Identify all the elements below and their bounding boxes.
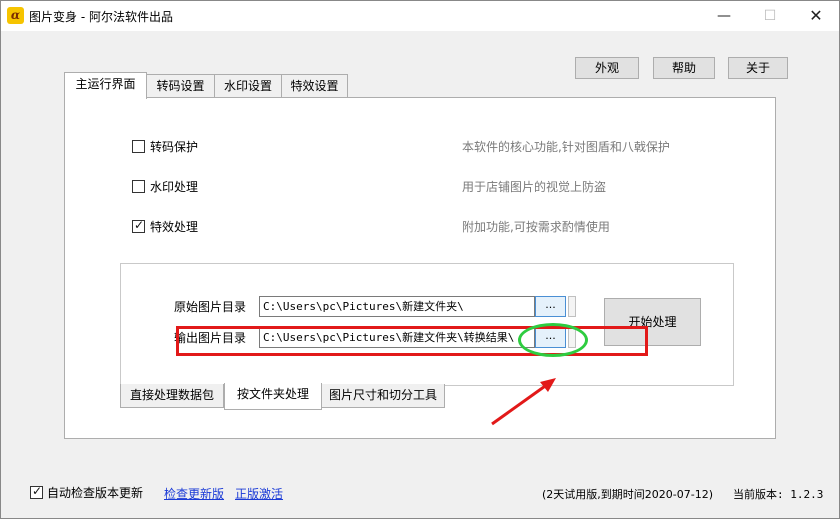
option-description: 附加功能,可按需求酌情使用: [462, 220, 610, 234]
folder-process-panel: 原始图片目录 C:\Users\pc\Pictures\新建文件夹\ ... 输…: [120, 263, 734, 386]
checkmark-icon: ✓: [32, 484, 43, 498]
output-folder-label: 输出图片目录: [174, 331, 247, 345]
auto-check-label: 自动检查版本更新: [47, 486, 144, 500]
maximize-button[interactable]: ☐: [747, 1, 793, 31]
checkmark-icon: ✓: [134, 218, 145, 232]
tab-effect-settings[interactable]: 特效设置: [281, 74, 348, 98]
option-label: 转码保护: [150, 140, 199, 154]
appearance-button[interactable]: 外观: [575, 57, 639, 79]
tab-image-size-tools[interactable]: 图片尺寸和切分工具: [321, 384, 445, 408]
transcode-protect-checkbox[interactable]: [132, 140, 145, 153]
tab-transcode-settings[interactable]: 转码设置: [146, 74, 215, 98]
option-label: 水印处理: [150, 180, 199, 194]
tab-main[interactable]: 主运行界面: [64, 72, 147, 99]
effects-checkbox[interactable]: ✓: [132, 218, 145, 233]
activate-link[interactable]: 正版激活: [235, 485, 283, 502]
source-folder-label: 原始图片目录: [174, 300, 247, 314]
help-button[interactable]: 帮助: [653, 57, 715, 79]
option-label: 特效处理: [150, 220, 199, 234]
window-title: 图片变身 - 阿尔法软件出品: [29, 10, 173, 24]
source-field-end: [568, 296, 576, 317]
output-browse-button[interactable]: ...: [535, 327, 566, 348]
option-description: 本软件的核心功能,针对图盾和八戟保护: [462, 140, 670, 154]
tab-direct-package[interactable]: 直接处理数据包: [120, 384, 224, 408]
close-button[interactable]: ✕: [793, 1, 839, 31]
version-number: 1.2.3: [790, 488, 824, 501]
app-logo-icon: α: [7, 7, 24, 24]
about-button[interactable]: 关于: [728, 57, 788, 79]
version-info: 当前版本: 1.2.3: [733, 486, 823, 502]
output-field-end: [568, 327, 576, 348]
app-window: α 图片变身 - 阿尔法软件出品 — ☐ ✕ 外观 帮助 关于 主运行界面 转码…: [0, 0, 840, 519]
trial-status: (2天试用版,到期时间2020-07-12): [542, 488, 714, 501]
version-label: 当前版本:: [733, 488, 791, 501]
tab-by-folder[interactable]: 按文件夹处理: [224, 383, 322, 410]
source-folder-input[interactable]: C:\Users\pc\Pictures\新建文件夹\: [259, 296, 535, 317]
output-folder-input[interactable]: C:\Users\pc\Pictures\新建文件夹\转换结果\: [259, 327, 535, 348]
tab-watermark-settings[interactable]: 水印设置: [214, 74, 282, 98]
auto-check-checkbox[interactable]: ✓: [30, 484, 43, 499]
start-process-button[interactable]: 开始处理: [604, 298, 701, 346]
title-bar: α 图片变身 - 阿尔法软件出品 — ☐ ✕: [1, 1, 839, 31]
minimize-button[interactable]: —: [701, 1, 747, 31]
check-update-link[interactable]: 检查更新版: [164, 485, 224, 502]
source-browse-button[interactable]: ...: [535, 296, 566, 317]
watermark-checkbox[interactable]: [132, 180, 145, 193]
main-tab-panel: 转码保护 本软件的核心功能,针对图盾和八戟保护 水印处理 用于店铺图片的视觉上防…: [64, 97, 776, 439]
option-description: 用于店铺图片的视觉上防盗: [462, 180, 607, 194]
pointer-arrow-icon: [491, 378, 556, 426]
